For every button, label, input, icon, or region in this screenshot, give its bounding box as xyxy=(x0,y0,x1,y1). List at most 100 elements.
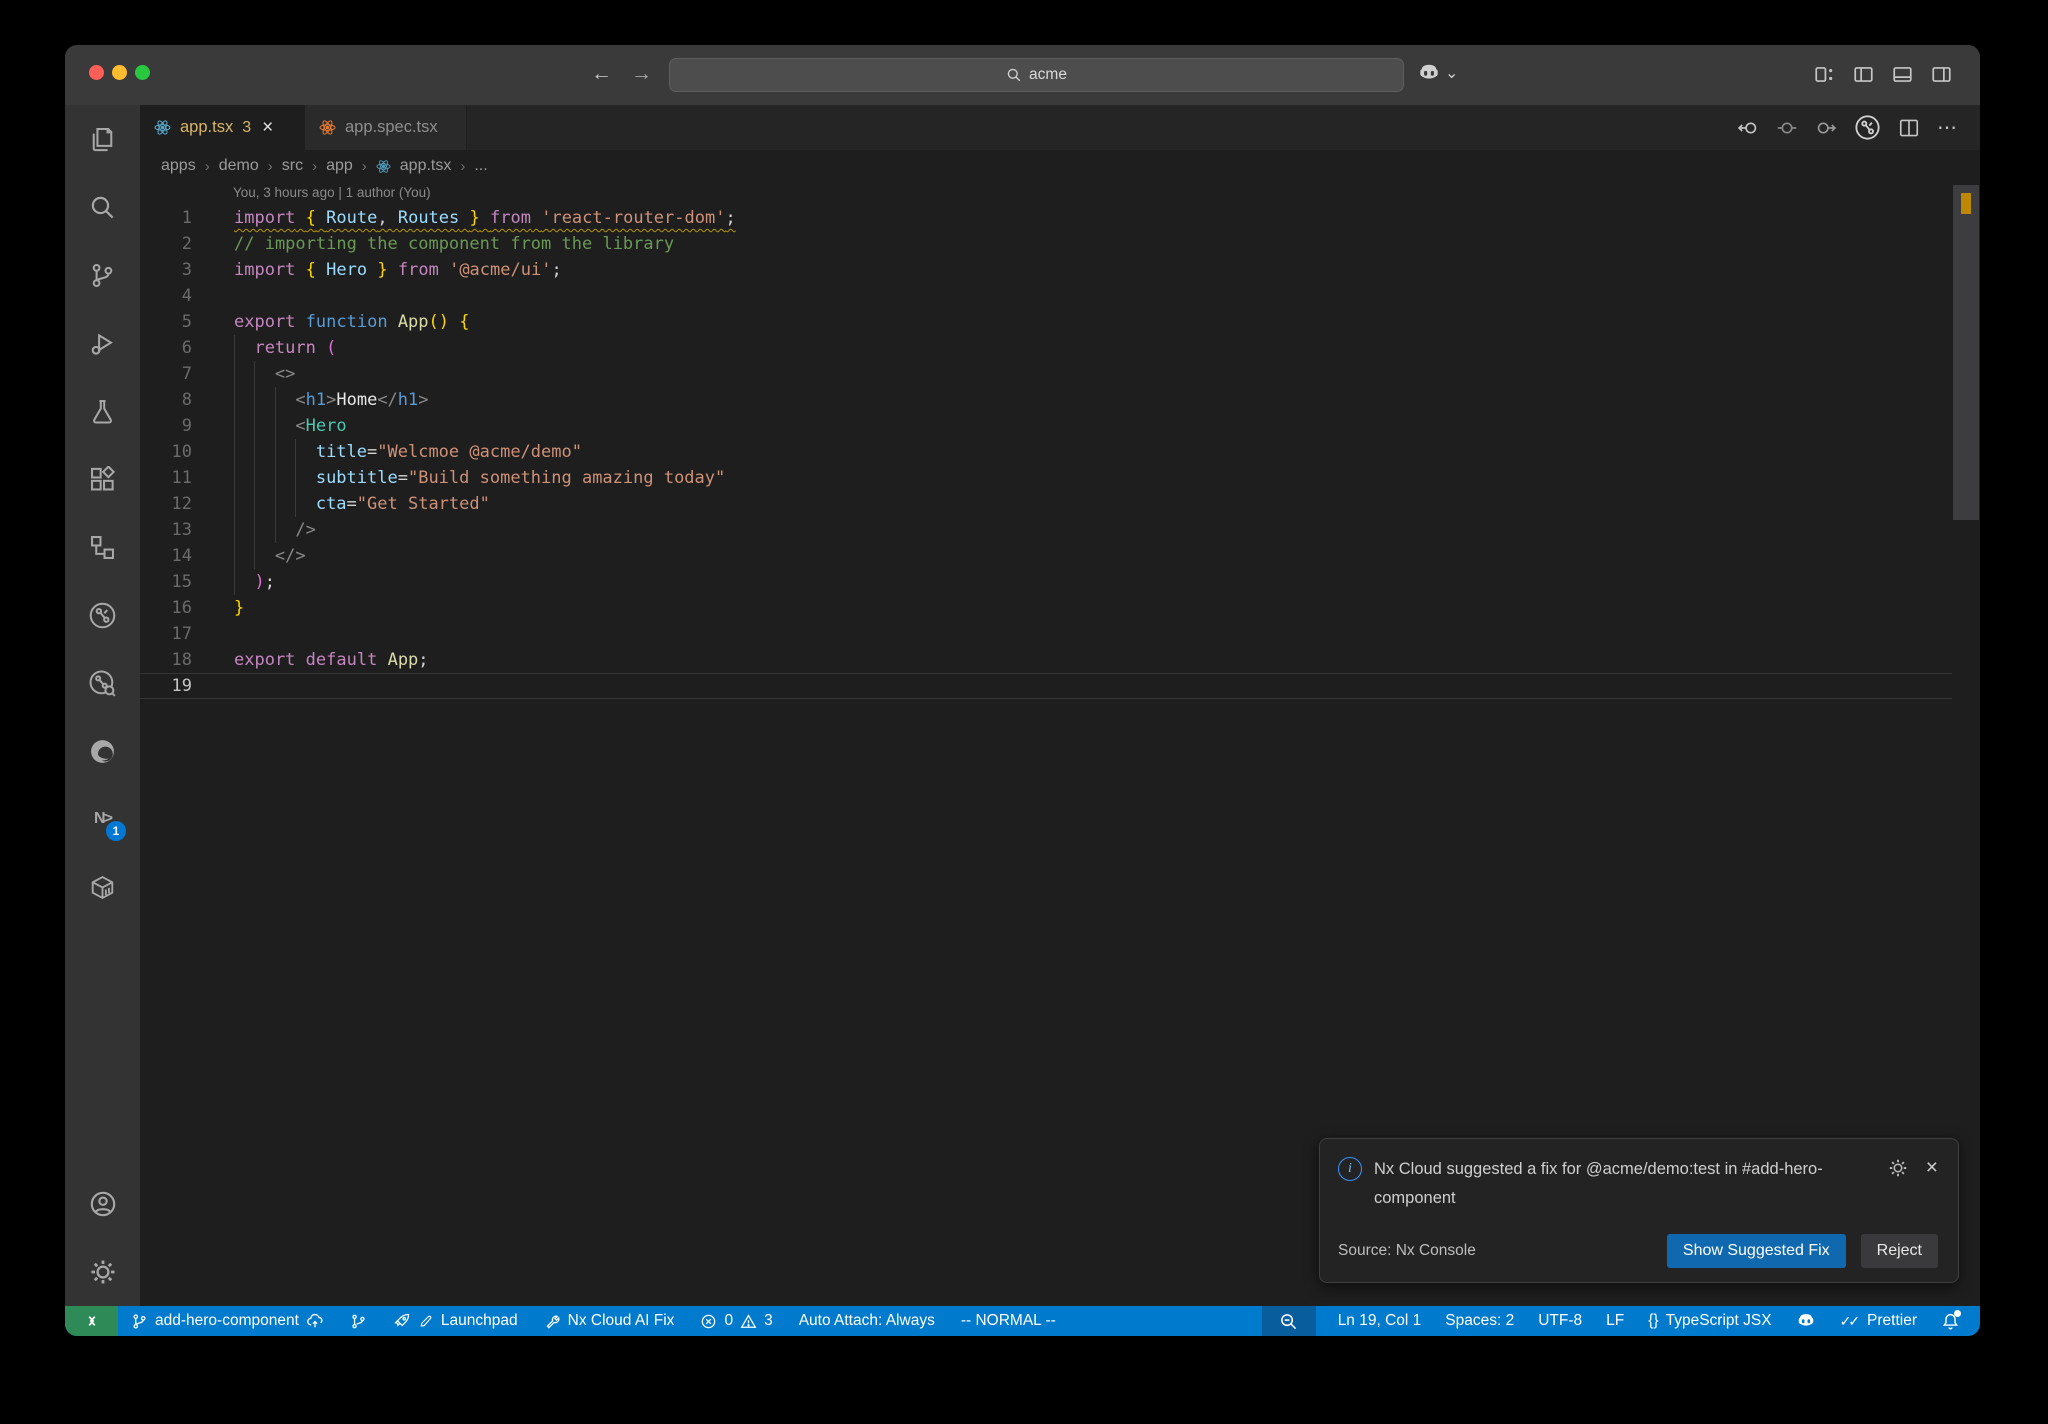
line-number: 1 xyxy=(181,208,192,228)
code-line[interactable]: 14 </> xyxy=(140,543,1952,569)
sidebar-item-extensions[interactable] xyxy=(65,445,140,513)
notification-close-button[interactable]: × xyxy=(1926,1157,1938,1178)
minimize-window-button[interactable] xyxy=(112,65,127,80)
toggle-panel-icon[interactable] xyxy=(1892,64,1913,85)
breadcrumb-file[interactable]: app.tsx xyxy=(400,157,452,175)
settings-button[interactable] xyxy=(65,1238,140,1306)
close-tab-button[interactable]: × xyxy=(262,117,273,139)
navigate-back-button[interactable]: ← xyxy=(591,59,612,89)
code-line[interactable]: 10 title="Welcmoe @acme/demo" xyxy=(140,439,1952,465)
code-line[interactable]: 3 import { Hero } from '@acme/ui'; xyxy=(140,257,1952,283)
code-line[interactable]: 4 xyxy=(140,283,1952,309)
sidebar-item-project-structure[interactable] xyxy=(65,513,140,581)
line-number: 8 xyxy=(181,390,192,410)
sidebar-item-containers[interactable] xyxy=(65,853,140,921)
sidebar-item-search[interactable] xyxy=(65,173,140,241)
tab-app-tsx[interactable]: app.tsx 3 × xyxy=(140,105,305,150)
reject-button[interactable]: Reject xyxy=(1860,1234,1938,1268)
code-line[interactable]: 1 import { Route, Routes } from 'react-ro… xyxy=(140,205,1952,231)
line-number: 11 xyxy=(171,468,192,488)
close-window-button[interactable] xyxy=(89,65,104,80)
scrollbar-thumb[interactable] xyxy=(1953,185,1979,520)
breadcrumb-item[interactable]: apps xyxy=(161,157,196,175)
notification-settings-icon[interactable] xyxy=(1888,1158,1908,1178)
status-zoom-indicator[interactable] xyxy=(1261,1306,1316,1336)
status-launchpad[interactable]: Launchpad xyxy=(393,1312,518,1330)
tab-bar: app.tsx 3 × app.spec.tsx ⋯ xyxy=(140,105,1980,150)
notifications-bell[interactable] xyxy=(1941,1309,1961,1331)
sidebar-item-testing[interactable] xyxy=(65,377,140,445)
git-blame-annotation: You, 3 hours ago | 1 author (You) xyxy=(233,185,431,200)
show-suggested-fix-button[interactable]: Show Suggested Fix xyxy=(1666,1234,1846,1268)
remote-icon xyxy=(83,1312,101,1330)
search-icon xyxy=(89,194,116,221)
status-cursor-position[interactable]: Ln 19, Col 1 xyxy=(1338,1312,1422,1330)
copilot-menu[interactable]: ⌄ xyxy=(1417,61,1458,85)
navigate-forward-button[interactable]: → xyxy=(631,59,652,89)
commit-graph-icon xyxy=(350,1313,367,1330)
status-formatter[interactable]: ✓✓ Prettier xyxy=(1840,1312,1917,1330)
previous-change-icon[interactable] xyxy=(1737,117,1759,139)
status-language[interactable]: {} TypeScript JSX xyxy=(1648,1312,1771,1330)
react-file-icon xyxy=(376,159,391,174)
sidebar-item-commit-graph[interactable] xyxy=(65,581,140,649)
warning-overview-mark xyxy=(1961,193,1971,214)
code-line[interactable]: 8 <h1>Home</h1> xyxy=(140,387,1952,413)
code-line[interactable]: 17 xyxy=(140,621,1952,647)
status-problems[interactable]: 0 3 xyxy=(700,1312,773,1330)
code-line[interactable]: 9 <Hero xyxy=(140,413,1952,439)
code-line[interactable]: 19 xyxy=(140,673,1952,699)
sidebar-item-run-debug[interactable] xyxy=(65,309,140,377)
sidebar-item-commit-graph-search[interactable] xyxy=(65,649,140,717)
pencil-icon xyxy=(418,1313,434,1329)
editor-scrollbar[interactable] xyxy=(1952,182,1980,1306)
maximize-window-button[interactable] xyxy=(135,65,150,80)
code-line[interactable]: 7 <> xyxy=(140,361,1952,387)
sidebar-item-nx-console[interactable]: N> 1 xyxy=(65,785,140,853)
code-line[interactable]: 2// importing the component from the lib… xyxy=(140,231,1952,257)
status-commit-graph[interactable] xyxy=(350,1313,367,1330)
code-line[interactable]: 5 export function App() { xyxy=(140,309,1952,335)
code-line[interactable]: 13/> xyxy=(140,517,1952,543)
line-number: 6 xyxy=(181,338,192,358)
code-line[interactable]: 18 export default App; xyxy=(140,647,1952,673)
accounts-button[interactable] xyxy=(65,1170,140,1238)
git-branch-icon xyxy=(89,262,116,289)
next-change-icon[interactable] xyxy=(1815,117,1837,139)
code-line[interactable]: 15); xyxy=(140,569,1952,595)
breadcrumb-item[interactable]: src xyxy=(282,157,303,175)
command-center-search[interactable]: acme xyxy=(669,58,1404,92)
breadcrumb-item[interactable]: demo xyxy=(219,157,259,175)
open-change-icon[interactable] xyxy=(1776,117,1798,139)
status-branch[interactable]: add-hero-component xyxy=(131,1312,324,1330)
launchpad-label: Launchpad xyxy=(440,1312,518,1329)
toggle-secondary-sidebar-icon[interactable] xyxy=(1931,64,1952,85)
breadcrumb-item[interactable]: app xyxy=(326,157,353,175)
run-target-icon[interactable] xyxy=(1854,114,1881,141)
status-indentation[interactable]: Spaces: 2 xyxy=(1445,1312,1514,1330)
editor-actions: ⋯ xyxy=(1737,105,1958,150)
remote-indicator[interactable] xyxy=(65,1306,118,1336)
split-editor-icon[interactable] xyxy=(1898,117,1920,139)
tab-app-spec-tsx[interactable]: app.spec.tsx xyxy=(305,105,467,150)
code-line[interactable]: 12 cta="Get Started" xyxy=(140,491,1952,517)
more-actions-button[interactable]: ⋯ xyxy=(1937,115,1958,140)
sidebar-item-source-control[interactable] xyxy=(65,241,140,309)
code-line[interactable]: 6 return ( xyxy=(140,335,1952,361)
status-copilot[interactable] xyxy=(1796,1311,1816,1331)
title-bar: ← → acme ⌄ xyxy=(65,45,1980,105)
explorer-icon xyxy=(89,126,116,153)
code-line[interactable]: 11 subtitle="Build something amazing toda… xyxy=(140,465,1952,491)
breadcrumb-symbol[interactable]: ... xyxy=(474,157,487,175)
status-vim-mode[interactable]: -- NORMAL -- xyxy=(961,1312,1056,1330)
status-nx-cloud-fix[interactable]: Nx Cloud AI Fix xyxy=(544,1312,674,1330)
line-number: 16 xyxy=(171,598,192,618)
toggle-primary-sidebar-icon[interactable] xyxy=(1853,64,1874,85)
status-encoding[interactable]: UTF-8 xyxy=(1538,1312,1582,1330)
status-auto-attach[interactable]: Auto Attach: Always xyxy=(799,1312,935,1330)
sidebar-item-explorer[interactable] xyxy=(65,105,140,173)
sidebar-item-edge-browser[interactable] xyxy=(65,717,140,785)
customize-layout-icon[interactable] xyxy=(1814,64,1835,85)
status-eol[interactable]: LF xyxy=(1606,1312,1624,1330)
code-line[interactable]: 16} xyxy=(140,595,1952,621)
